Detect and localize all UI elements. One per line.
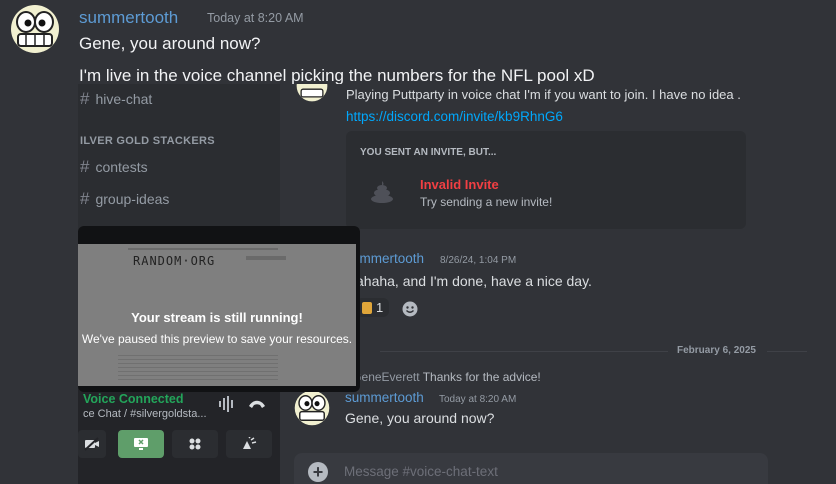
invite-card-subtitle: Try sending a new invite! — [420, 195, 553, 209]
activities-icon — [189, 438, 201, 450]
invite-link[interactable]: https://discord.com/invite/kb9RhnG6 — [346, 109, 563, 124]
user-avatar[interactable] — [10, 4, 60, 54]
hash-icon: # — [80, 189, 90, 208]
user-avatar[interactable] — [294, 390, 330, 426]
hash-icon: # — [80, 157, 90, 176]
message-line: Gene, you around now? — [79, 34, 261, 53]
thumbnail-text-lines — [118, 352, 278, 382]
voice-connected-label: Voice Connected — [83, 392, 184, 406]
message-timestamp: 8/26/24, 1:04 PM — [440, 255, 517, 266]
message-text: Gene, you around now? — [345, 410, 495, 426]
sidebar-channel-contests[interactable]: # contests — [80, 157, 148, 177]
thumbnail-nav-bar — [128, 248, 278, 250]
reaction-emoji-icon — [362, 301, 372, 314]
invite-card-title: Invalid Invite — [420, 177, 499, 192]
plus-icon[interactable]: + — [308, 462, 328, 482]
disconnect-icon[interactable] — [248, 397, 266, 411]
stream-paused-subtext: We've paused this preview to save your r… — [81, 332, 353, 346]
sidebar-channel-group-ideas[interactable]: # group-ideas — [80, 189, 169, 209]
video-off-icon — [84, 437, 99, 451]
screen-share-icon — [134, 438, 148, 450]
message-author[interactable]: summertooth — [345, 390, 424, 405]
embedded-screenshot: # hive-chat ILVER GOLD STACKERS # contes… — [78, 84, 836, 484]
activities-button[interactable] — [172, 430, 218, 458]
category-header[interactable]: ILVER GOLD STACKERS — [80, 135, 215, 147]
voice-status-panel: Voice Connected ce Chat / #silvergoldsta… — [78, 384, 280, 484]
channel-label: group-ideas — [95, 191, 170, 207]
video-off-button[interactable] — [78, 430, 106, 458]
message-line: I'm live in the voice channel picking th… — [79, 66, 595, 85]
user-avatar[interactable] — [296, 84, 328, 102]
message-text: Playing Puttparty in voice chat I'm if y… — [346, 87, 741, 102]
invite-card: YOU SENT AN INVITE, BUT... Invalid Invit… — [346, 131, 746, 229]
channel-label: hive-chat — [95, 91, 153, 107]
reply-text: Thanks for the advice! — [422, 370, 541, 384]
message-author[interactable]: summertooth — [79, 8, 178, 28]
message-composer[interactable]: + Message #voice-chat-text — [294, 453, 768, 484]
stream-preview[interactable]: RANDOM·ORG Your stream is still running!… — [78, 226, 360, 392]
channel-label: contests — [95, 159, 148, 175]
stream-paused-heading: Your stream is still running! — [131, 310, 303, 325]
reply-preview[interactable]: @GeneEverett Thanks for the advice! — [340, 370, 541, 384]
stream-thumbnail: RANDOM·ORG Your stream is still running!… — [78, 244, 356, 386]
reaction-count: 1 — [376, 300, 384, 315]
message-timestamp: Today at 8:20 AM — [207, 11, 304, 25]
screen-share-button[interactable] — [118, 430, 164, 458]
thumbnail-search-bar — [246, 256, 286, 260]
message-author[interactable]: ummertooth — [352, 251, 424, 266]
soundboard-button[interactable] — [226, 430, 272, 458]
add-reaction-icon[interactable] — [402, 301, 418, 317]
date-divider-line — [380, 351, 668, 352]
message-timestamp: Today at 8:20 AM — [439, 394, 517, 405]
composer-placeholder: Message #voice-chat-text — [344, 464, 498, 479]
reaction-pill[interactable]: 1 — [356, 298, 390, 317]
random-org-logo: RANDOM·ORG — [133, 254, 216, 268]
sidebar-channel-hive-chat[interactable]: # hive-chat — [80, 89, 152, 109]
chat-area: Playing Puttparty in voice chat I'm if y… — [280, 84, 836, 484]
soundboard-icon — [243, 437, 257, 449]
poop-icon — [371, 181, 393, 203]
hash-icon: # — [80, 89, 90, 108]
invite-card-header: YOU SENT AN INVITE, BUT... — [360, 147, 497, 158]
signal-icon[interactable] — [218, 396, 236, 412]
voice-channel-link[interactable]: ce Chat / #silvergoldsta... — [83, 408, 207, 420]
date-divider-line — [767, 351, 807, 352]
date-divider: February 6, 2025 — [677, 345, 756, 356]
message-text: ahaha, and I'm done, have a nice day. — [356, 273, 592, 289]
